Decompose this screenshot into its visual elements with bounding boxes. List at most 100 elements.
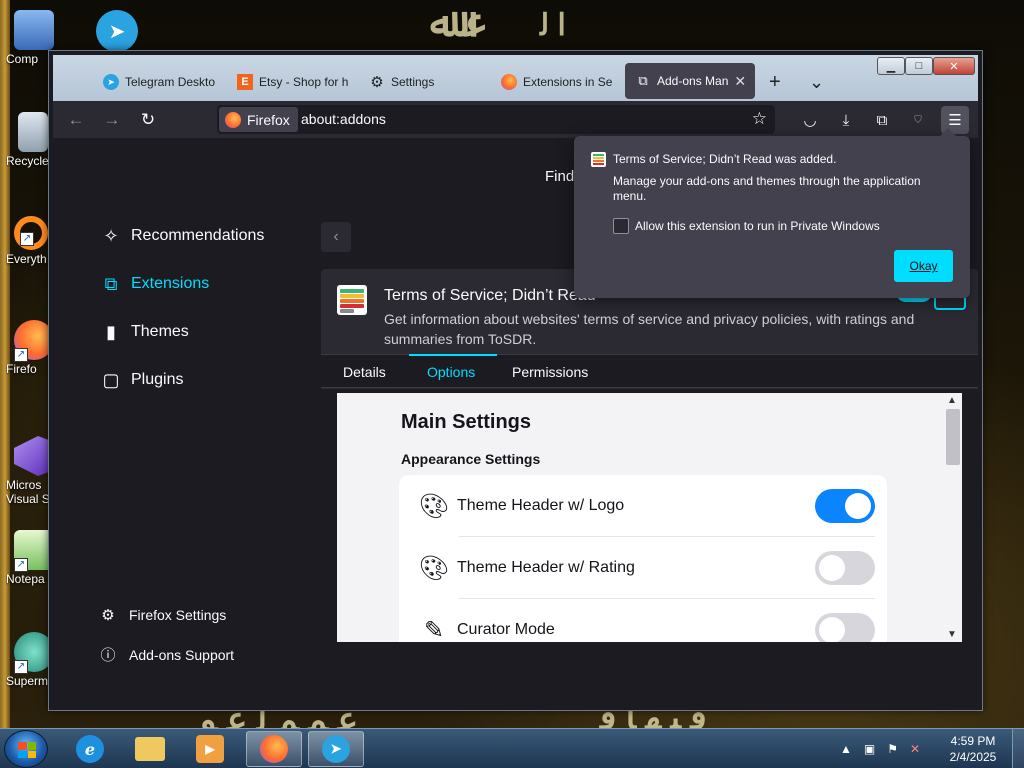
private-windows-checkbox-label[interactable]: Allow this extension to run in Private W… — [635, 219, 880, 233]
telegram-icon: ➤ — [103, 74, 119, 90]
puzzle-icon: ⧉ — [638, 73, 648, 88]
tab-label: Add-ons Man — [657, 74, 729, 88]
back-button[interactable]: ← — [63, 107, 89, 133]
firefox-icon — [501, 74, 517, 90]
telegram-icon: ➤ — [322, 735, 350, 763]
taskbar-firefox[interactable] — [246, 731, 302, 767]
footer-label: Add-ons Support — [129, 646, 235, 663]
extensions-puzzle-icon[interactable]: ⧉ — [871, 109, 893, 131]
pencil-icon: ✎ — [423, 616, 445, 643]
forward-button[interactable]: → — [99, 107, 125, 133]
windows-logo-icon — [18, 742, 36, 758]
popup-title: Terms of Service; Didn’t Read was added. — [613, 152, 837, 166]
option-row-curator-mode: ✎ Curator Mode — [419, 599, 875, 642]
sidebar-item-themes[interactable]: ▮ Themes — [99, 320, 189, 344]
url-text[interactable]: about:addons — [301, 111, 386, 127]
desktop-icon-label: Comp — [6, 52, 39, 66]
taskbar-internet-explorer[interactable]: e — [62, 731, 118, 767]
scroll-down-icon[interactable]: ▼ — [947, 629, 957, 640]
plus-icon: + — [769, 70, 781, 93]
download-icon[interactable]: ⤓ — [835, 109, 857, 131]
tosdr-logo-icon — [337, 285, 367, 315]
taskbar-telegram[interactable]: ➤ — [308, 731, 364, 767]
tab-list-button[interactable]: ⌄ — [801, 65, 831, 99]
identity-label: Firefox — [247, 111, 290, 128]
tab-strip: ➤ Telegram Deskto E Etsy - Shop for h ⚙ … — [53, 55, 978, 101]
addons-support-link[interactable]: ⓘ Add-ons Support — [99, 644, 234, 665]
url-bar[interactable]: Firefox about:addons ☆ — [217, 105, 775, 134]
tab-close-icon[interactable]: ✕ — [734, 73, 746, 90]
firefox-icon — [260, 735, 288, 763]
file-explorer-icon — [135, 737, 165, 761]
wallpaper-calligraphy: ﻋ ﷲ — [430, 1, 489, 45]
desktop-icon-label: Superm — [6, 674, 49, 688]
toggle-knob — [819, 555, 845, 581]
maximize-button[interactable]: □ — [905, 57, 933, 75]
theme-header-logo-toggle[interactable] — [815, 489, 875, 523]
options-card: 🎨︎ Theme Header w/ Logo 🎨︎ Theme Header … — [399, 475, 887, 642]
scrollbar-thumb[interactable] — [946, 409, 960, 465]
navigation-toolbar: ← → ↻ Firefox about:addons ☆ ◡ ⤓ ⧉ ⛉ ☰ — [53, 101, 978, 138]
back-to-list-button[interactable]: ‹ — [321, 222, 351, 252]
clock[interactable]: 4:59 PM 2/4/2025 — [944, 733, 1002, 765]
sidebar-item-label: Extensions — [131, 275, 210, 292]
telegram-icon[interactable]: ➤ — [96, 10, 138, 52]
desktop-icon-label: Micros Visual St — [6, 478, 54, 506]
reload-button[interactable]: ↻ — [135, 107, 161, 133]
ublock-icon[interactable]: ⛉ — [907, 109, 929, 131]
options-scrollbar[interactable]: ▲ ▼ — [944, 393, 962, 642]
sidebar-item-extensions[interactable]: ⧉ Extensions — [99, 272, 210, 296]
start-button[interactable] — [4, 730, 48, 768]
desktop-icon-label: Notepa — [6, 572, 45, 586]
palette-icon: 🎨︎ — [418, 554, 450, 582]
tab-label: Extensions in Se — [523, 75, 613, 89]
curator-mode-toggle[interactable] — [815, 613, 875, 642]
tab-settings[interactable]: ⚙ Settings — [359, 65, 483, 99]
bookmark-star-icon[interactable]: ☆ — [752, 109, 767, 129]
taskbar-media-player[interactable]: ▶ — [182, 731, 238, 767]
desktop-icon-label: Recycle — [6, 154, 49, 168]
clock-time: 4:59 PM — [950, 734, 996, 748]
identity-box[interactable]: Firefox — [219, 107, 298, 132]
action-center-flag-icon[interactable]: ⚑ — [887, 742, 898, 756]
tab-permissions[interactable]: Permissions — [512, 364, 588, 380]
shortcut-arrow-icon: ↗ — [14, 660, 28, 674]
computer-icon — [14, 10, 54, 50]
taskbar: e ▶ ➤ ▲ ▣ ⚑ ✕ 4:59 PM 2/4/2025 — [0, 728, 1024, 768]
footer-label: Firefox Settings — [129, 607, 227, 623]
option-row-theme-header-rating: 🎨︎ Theme Header w/ Rating — [419, 537, 875, 599]
selected-tab-indicator — [409, 354, 497, 356]
toggle-knob — [845, 493, 871, 519]
volume-muted-icon[interactable]: ✕ — [910, 742, 920, 756]
show-hidden-icons[interactable]: ▲ — [840, 742, 852, 756]
sidebar-item-plugins[interactable]: ▢ Plugins — [99, 368, 183, 392]
pocket-icon[interactable]: ◡ — [799, 109, 821, 131]
tab-addons-manager[interactable]: ⧉ Add-ons Man ✕ — [625, 63, 755, 99]
gear-icon: ⚙ — [101, 607, 115, 624]
tab-etsy[interactable]: E Etsy - Shop for h — [227, 65, 351, 99]
addon-name: Terms of Service; Didn’t Read — [384, 287, 596, 304]
options-section-heading: Appearance Settings — [401, 451, 541, 467]
network-icon[interactable]: ▣ — [864, 742, 875, 756]
recycle-bin-icon — [18, 112, 48, 152]
tab-extensions-search[interactable]: Extensions in Se — [491, 65, 615, 99]
theme-header-rating-toggle[interactable] — [815, 551, 875, 585]
scroll-up-icon[interactable]: ▲ — [947, 395, 957, 406]
firefox-icon — [225, 111, 241, 128]
private-windows-checkbox[interactable] — [613, 218, 629, 234]
sidebar-item-recommendations[interactable]: ✧ Recommendations — [99, 224, 264, 248]
tab-options[interactable]: Options — [427, 364, 475, 380]
everything-search-icon: ↗ — [14, 216, 48, 250]
plugin-icon: ▢ — [102, 369, 120, 390]
new-tab-button[interactable]: + — [761, 65, 791, 99]
brush-icon: ▮ — [106, 321, 116, 342]
tab-telegram[interactable]: ➤ Telegram Deskto — [93, 65, 219, 99]
minimize-button[interactable]: ▁ — [877, 57, 905, 75]
show-desktop-button[interactable] — [1012, 729, 1024, 768]
firefox-settings-link[interactable]: ⚙ Firefox Settings — [99, 606, 226, 624]
taskbar-file-explorer[interactable] — [122, 731, 178, 767]
close-window-button[interactable]: ✕ — [933, 57, 975, 75]
okay-button[interactable]: Okay — [894, 250, 953, 282]
tab-details[interactable]: Details — [343, 364, 386, 380]
toggle-knob — [819, 617, 845, 642]
